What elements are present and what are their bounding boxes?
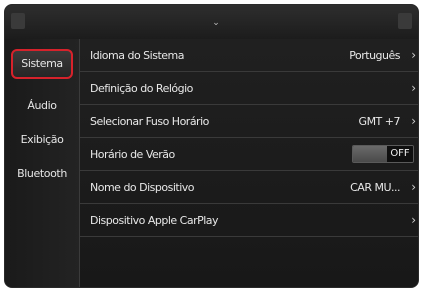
toggle-state: OFF (387, 146, 413, 162)
daylight-saving-toggle[interactable]: OFF (352, 145, 414, 163)
toggle-track (353, 146, 389, 162)
row-label: Horário de Verão (90, 148, 175, 161)
sidebar-item-sistema[interactable]: Sistema (11, 49, 73, 79)
top-bar: ⌄ (5, 5, 418, 40)
sidebar-item-audio[interactable]: Áudio (11, 91, 73, 121)
sidebar-item-exibicao[interactable]: Exibição (11, 125, 73, 155)
row-nome-do-dispositivo[interactable]: Nome do Dispositivo CAR MU... › (80, 171, 418, 204)
settings-sidebar: Sistema Áudio Exibição Bluetooth (5, 39, 80, 287)
row-dispositivo-apple-carplay[interactable]: Dispositivo Apple CarPlay › (80, 204, 418, 237)
row-selecionar-fuso-horario[interactable]: Selecionar Fuso Horário GMT +7 › (80, 105, 418, 138)
chevron-right-icon: › (411, 114, 416, 128)
row-definicao-do-relogio[interactable]: Definição do Relógio › (80, 72, 418, 105)
top-right-tab (398, 13, 412, 29)
chevron-right-icon: › (411, 48, 416, 62)
row-label: Dispositivo Apple CarPlay (90, 214, 219, 227)
chevron-down-icon[interactable]: ⌄ (212, 19, 220, 28)
row-value: CAR MU... (350, 181, 400, 194)
chevron-right-icon: › (411, 81, 416, 95)
head-unit-screen: ⌄ Sistema Áudio Exibição Bluetooth Idiom… (4, 4, 419, 288)
row-value: Português (349, 49, 400, 62)
settings-list: Idioma do Sistema Português › Definição … (80, 39, 418, 287)
chevron-right-icon: › (411, 213, 416, 227)
sidebar-item-bluetooth[interactable]: Bluetooth (11, 159, 73, 189)
row-idioma-do-sistema[interactable]: Idioma do Sistema Português › (80, 39, 418, 72)
top-left-tab (11, 13, 25, 29)
row-label: Idioma do Sistema (90, 49, 184, 62)
row-value: GMT +7 (358, 115, 401, 128)
row-label: Selecionar Fuso Horário (90, 115, 209, 128)
row-horario-de-verao: Horário de Verão OFF (80, 138, 418, 171)
row-label: Definição do Relógio (90, 82, 193, 95)
row-label: Nome do Dispositivo (90, 181, 195, 194)
chevron-right-icon: › (411, 180, 416, 194)
